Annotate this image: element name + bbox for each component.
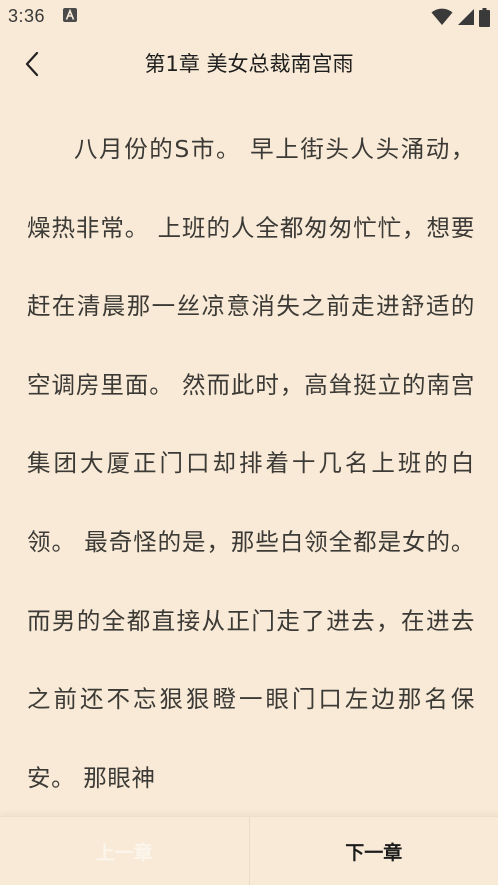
chapter-title: 第1章 美女总裁南宫雨 (144, 52, 354, 76)
a-square-icon (63, 8, 77, 22)
chapter-paragraph: 八月份的S市。 早上街头人头涌动，燥热非常。 上班的人全都匆匆忙忙，想要赶在清晨… (27, 135, 475, 792)
status-time: 3:36 (8, 6, 46, 26)
reader-header: 第1章 美女总裁南宫雨 (0, 34, 498, 94)
signal-icon (458, 9, 474, 25)
chapter-content[interactable]: 八月份的S市。 早上街头人头涌动，燥热非常。 上班的人全都匆匆忙忙，想要赶在清晨… (27, 110, 475, 820)
next-chapter-button[interactable]: 下一章 (250, 817, 498, 885)
battery-icon (479, 7, 490, 27)
status-bar: 3:36 (0, 0, 498, 34)
back-button[interactable] (12, 44, 52, 84)
wifi-icon (431, 8, 453, 25)
previous-chapter-button[interactable]: 上一章 (0, 817, 250, 885)
chevron-left-icon (25, 51, 39, 77)
chapter-navigation: 上一章 下一章 (0, 816, 498, 885)
system-icons (431, 6, 490, 28)
